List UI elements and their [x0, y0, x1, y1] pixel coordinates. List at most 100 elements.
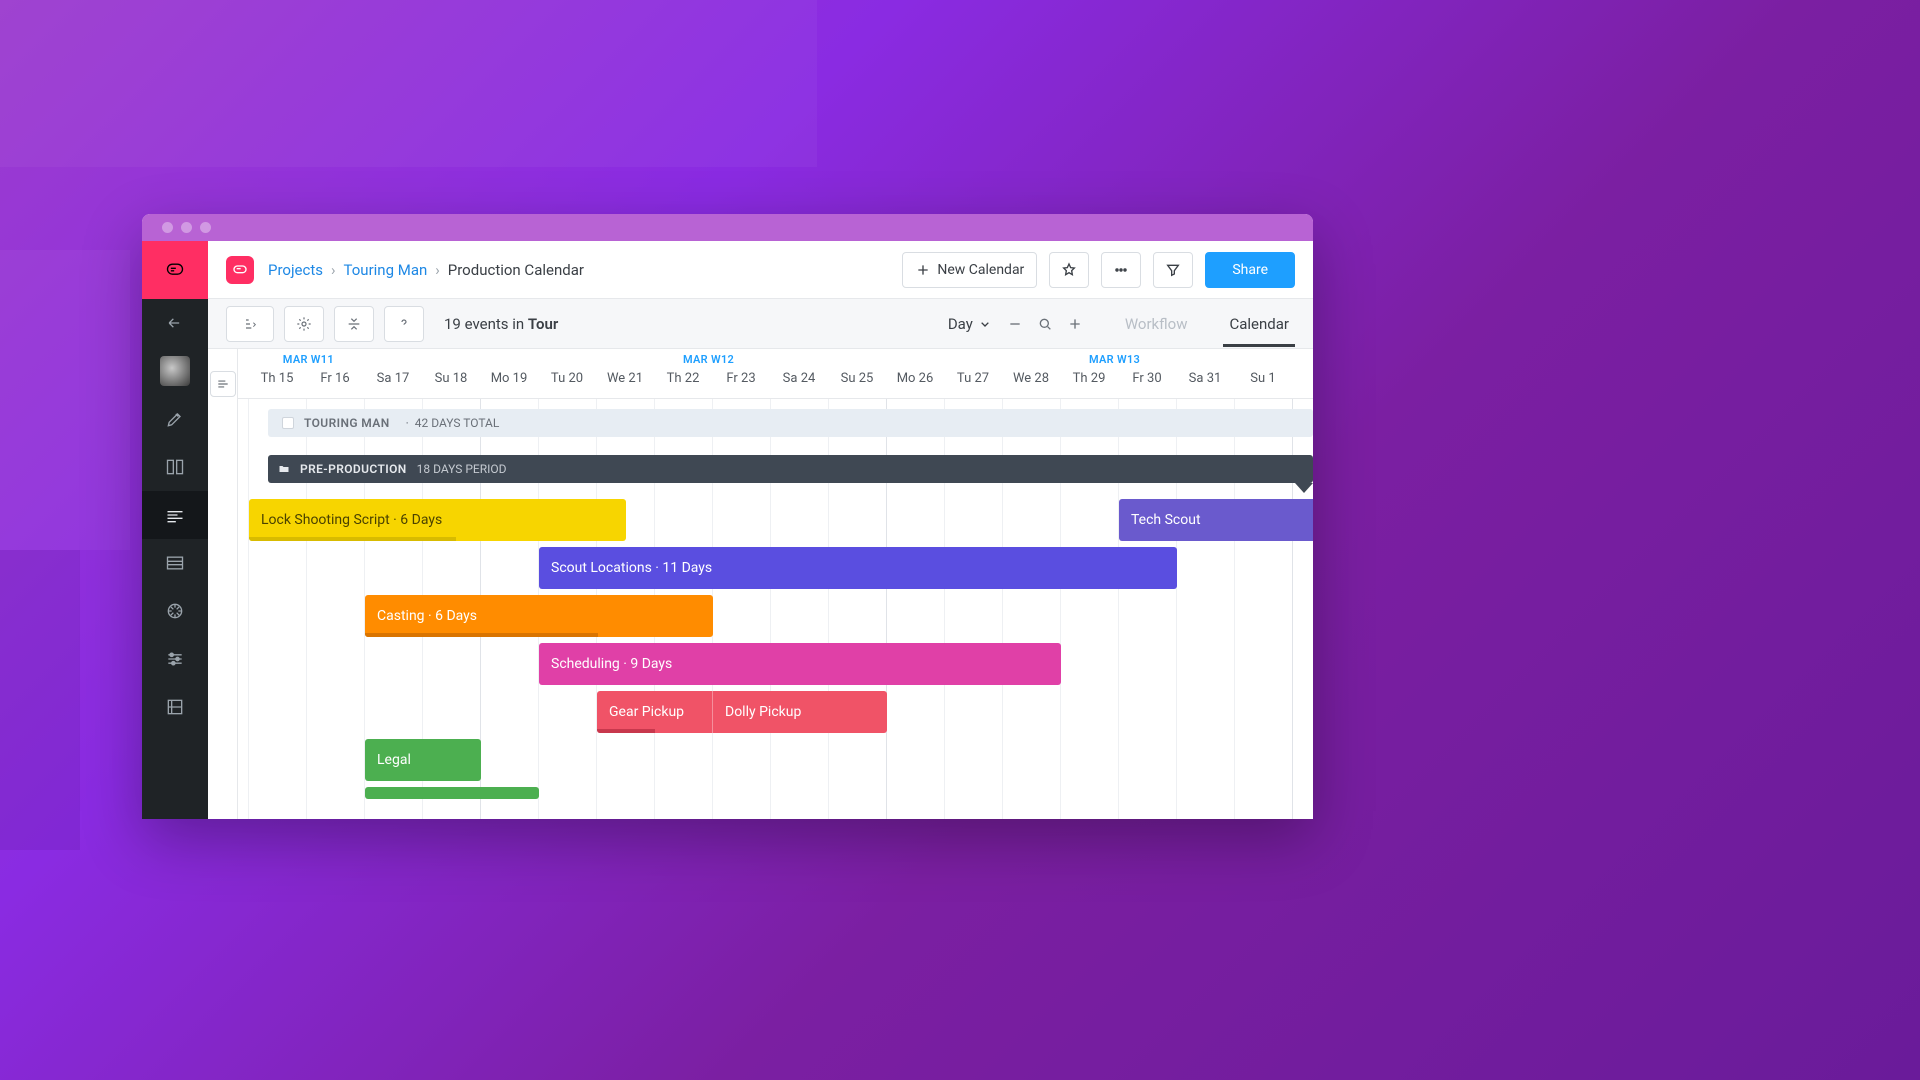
project-summary-row[interactable]: TOURING MAN 42 DAYS TOTAL	[268, 409, 1313, 437]
breadcrumb-root[interactable]: Projects	[268, 261, 323, 279]
day-label[interactable]: Sa 24	[783, 371, 816, 386]
day-label[interactable]: Sa 17	[377, 371, 410, 386]
window-min-dot[interactable]	[181, 222, 192, 233]
week-label: MAR W13	[1089, 353, 1140, 366]
phase-name: PRE-PRODUCTION	[300, 462, 407, 476]
event-bar[interactable]	[365, 787, 539, 799]
share-label: Share	[1232, 262, 1268, 278]
zoom-fit-button[interactable]	[1037, 316, 1053, 332]
event-segment[interactable]: Gear Pickup	[597, 691, 713, 733]
zoom-unit-dropdown[interactable]: Day	[948, 315, 993, 333]
share-button[interactable]: Share	[1205, 252, 1295, 288]
event-bar[interactable]: Scout Locations · 11 Days	[539, 547, 1177, 589]
day-label[interactable]: We 21	[607, 371, 643, 386]
bg-decor	[0, 550, 80, 850]
event-area: Lock Shooting Script · 6 Days Tech Scout S…	[238, 499, 1313, 819]
day-label[interactable]: Tu 20	[551, 371, 583, 386]
day-label[interactable]: Th 15	[261, 371, 294, 386]
event-bar[interactable]: Tech Scout	[1119, 499, 1313, 541]
sidebar-rail	[142, 241, 208, 819]
phase-marker-icon	[1295, 483, 1313, 493]
checkbox-icon[interactable]	[282, 417, 294, 429]
nav-list[interactable]	[142, 539, 208, 587]
day-label[interactable]: Th 22	[667, 371, 700, 386]
date-header: MAR W11MAR W12MAR W13Th 15Fr 16Sa 17Su 1…	[238, 349, 1313, 399]
day-label[interactable]: Th 29	[1073, 371, 1106, 386]
day-label[interactable]: Su 1	[1250, 371, 1275, 386]
new-calendar-button[interactable]: New Calendar	[902, 252, 1037, 288]
breadcrumb-project[interactable]: Touring Man	[344, 261, 428, 279]
bg-decor	[0, 0, 817, 167]
timeline[interactable]: MAR W11MAR W12MAR W13Th 15Fr 16Sa 17Su 1…	[238, 349, 1313, 819]
app-logo[interactable]	[142, 241, 208, 299]
event-segment[interactable]: Dolly Pickup	[713, 691, 887, 733]
help-button[interactable]	[384, 306, 424, 342]
collapse-icon	[346, 316, 362, 332]
nav-boards[interactable]	[142, 443, 208, 491]
timeline-gutter	[208, 349, 238, 819]
window-titlebar	[142, 214, 1313, 241]
star-icon	[1061, 262, 1077, 278]
tab-workflow[interactable]: Workflow	[1119, 301, 1194, 347]
tab-calendar[interactable]: Calendar	[1223, 301, 1295, 347]
window-max-dot[interactable]	[200, 222, 211, 233]
nav-back[interactable]	[142, 299, 208, 347]
event-bar[interactable]: Scheduling · 9 Days	[539, 643, 1061, 685]
breadcrumb: Projects › Touring Man › Production Cale…	[268, 261, 584, 279]
day-label[interactable]: Tu 27	[957, 371, 989, 386]
day-label[interactable]: Fr 16	[320, 371, 349, 386]
day-label[interactable]: Mo 26	[897, 371, 934, 386]
day-label[interactable]: Fr 23	[726, 371, 755, 386]
breadcrumb-logo[interactable]	[226, 256, 254, 284]
day-label[interactable]: Fr 30	[1132, 371, 1161, 386]
plus-icon	[915, 262, 931, 278]
day-label[interactable]: Mo 19	[491, 371, 528, 386]
chevron-right-icon: ›	[331, 261, 336, 279]
window-close-dot[interactable]	[162, 222, 173, 233]
nav-docs[interactable]	[142, 683, 208, 731]
event-bar[interactable]: Legal	[365, 739, 481, 781]
phase-row[interactable]: PRE-PRODUCTION 18 DAYS PERIOD	[268, 455, 1313, 483]
zoom-out-button[interactable]	[1007, 316, 1023, 332]
progress-bar	[249, 537, 456, 541]
nav-settings[interactable]	[142, 635, 208, 683]
toolbar: 19 events in Tour Day Workflow Calendar	[208, 299, 1313, 349]
folder-icon	[278, 463, 290, 475]
event-bar[interactable]: Casting · 6 Days	[365, 595, 713, 637]
favorite-button[interactable]	[1049, 252, 1089, 288]
chevron-down-icon	[977, 316, 993, 332]
day-label[interactable]: Sa 31	[1189, 371, 1222, 386]
gear-icon	[296, 316, 312, 332]
zoom-in-button[interactable]	[1067, 316, 1083, 332]
nav-edit[interactable]	[142, 395, 208, 443]
dots-icon	[1113, 262, 1129, 278]
progress-bar	[597, 729, 655, 733]
nav-calendar[interactable]	[142, 491, 208, 539]
settings-button[interactable]	[284, 306, 324, 342]
filter-button[interactable]	[1153, 252, 1193, 288]
event-bar[interactable]: Gear PickupDolly Pickup	[597, 691, 887, 733]
app-window: Projects › Touring Man › Production Cale…	[142, 214, 1313, 819]
event-count: 19 events in Tour	[444, 315, 558, 333]
hierarchy-dropdown[interactable]	[226, 306, 274, 342]
breadcrumb-current: Production Calendar	[448, 261, 584, 279]
filter-icon	[1165, 262, 1181, 278]
bg-decor	[0, 250, 130, 550]
day-label[interactable]: Su 18	[435, 371, 468, 386]
phase-period: 18 DAYS PERIOD	[417, 462, 507, 476]
more-button[interactable]	[1101, 252, 1141, 288]
summary-name: TOURING MAN	[304, 416, 390, 430]
row-toggle-button[interactable]	[210, 371, 236, 397]
progress-bar	[365, 633, 598, 637]
event-bar[interactable]: Lock Shooting Script · 6 Days	[249, 499, 626, 541]
nav-project-thumb[interactable]	[142, 347, 208, 395]
day-label[interactable]: Su 25	[841, 371, 874, 386]
topbar: Projects › Touring Man › Production Cale…	[208, 241, 1313, 299]
question-icon	[396, 316, 412, 332]
day-label[interactable]: We 28	[1013, 371, 1049, 386]
collapse-button[interactable]	[334, 306, 374, 342]
new-calendar-label: New Calendar	[937, 262, 1024, 278]
week-label: MAR W11	[283, 353, 334, 366]
nav-reel[interactable]	[142, 587, 208, 635]
chevron-right-icon: ›	[435, 261, 440, 279]
